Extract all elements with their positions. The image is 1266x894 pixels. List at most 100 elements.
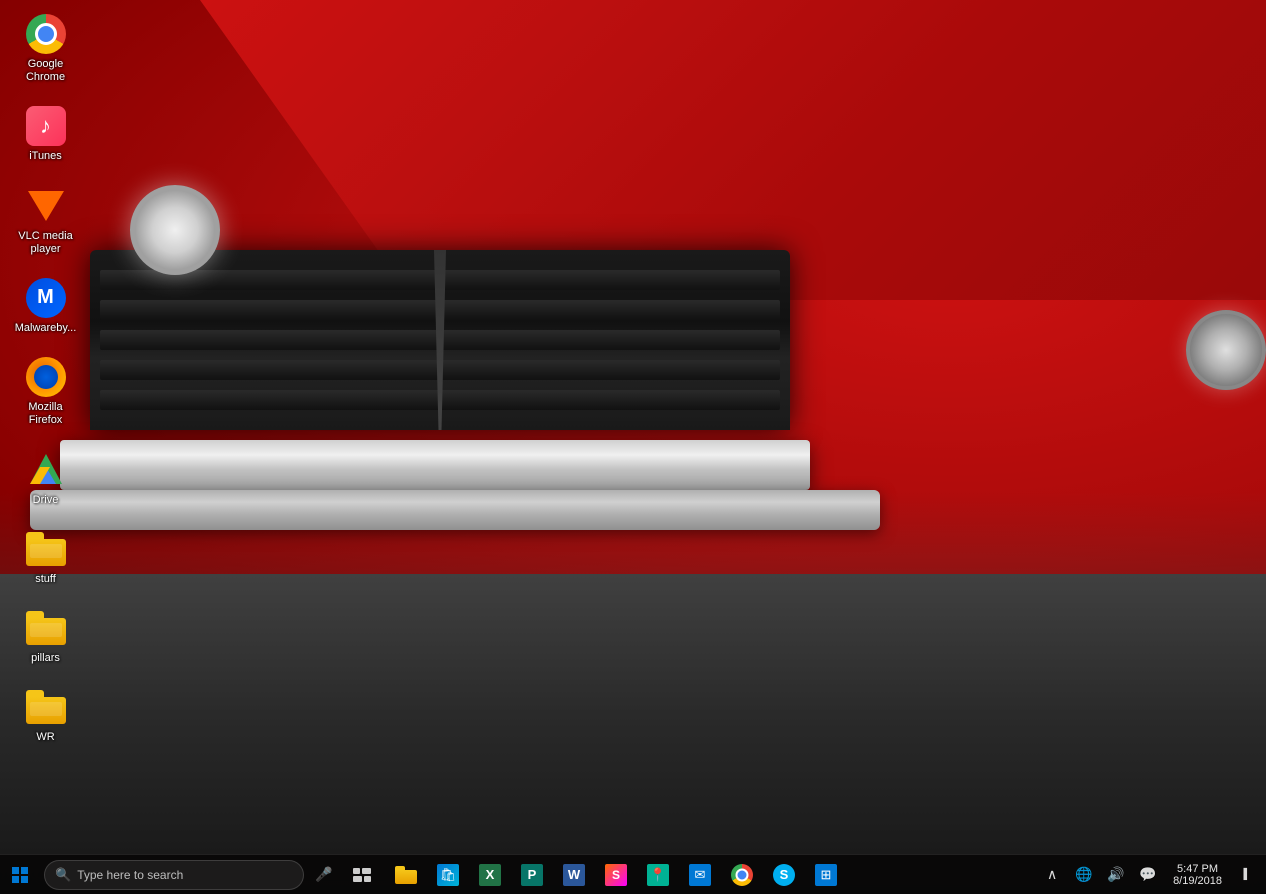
itunes-label: iTunes bbox=[29, 150, 62, 163]
publisher-icon: P bbox=[520, 863, 544, 887]
start-button[interactable] bbox=[0, 855, 40, 894]
store-icon: 🛍 bbox=[436, 863, 460, 887]
vlc-label: VLC media player bbox=[12, 230, 79, 256]
taskbar-app-publisher[interactable]: P bbox=[512, 855, 552, 894]
itunes-icon-img: ♪ bbox=[26, 106, 66, 146]
taskbar-chrome-icon bbox=[730, 863, 754, 887]
taskbar-app-file-explorer[interactable] bbox=[386, 855, 426, 894]
maps-logo: 📍 bbox=[647, 864, 669, 886]
stuff-folder-icon bbox=[26, 532, 66, 566]
chrome-label: Google Chrome bbox=[12, 58, 79, 84]
taskbar: 🔍 Type here to search 🎤 bbox=[0, 854, 1266, 894]
extra-app-icon: ⊞ bbox=[814, 863, 838, 887]
scratch-logo: S bbox=[605, 864, 627, 886]
wr-folder-icon bbox=[26, 690, 66, 724]
drive-icon-img bbox=[26, 450, 66, 490]
desktop-icon-itunes[interactable]: ♪ iTunes bbox=[8, 100, 83, 169]
search-icon: 🔍 bbox=[55, 867, 71, 883]
vlc-icon-img bbox=[26, 186, 66, 226]
microphone-icon: 🎤 bbox=[315, 866, 332, 883]
excel-icon: X bbox=[478, 863, 502, 887]
taskbar-app-scratch[interactable]: S bbox=[596, 855, 636, 894]
mail-icon: ✉ bbox=[688, 863, 712, 887]
desktop-icon-firefox[interactable]: Mozilla Firefox bbox=[8, 351, 83, 433]
desktop-icon-stuff[interactable]: stuff bbox=[8, 523, 83, 592]
tray-show-desktop[interactable]: ▌ bbox=[1232, 860, 1262, 890]
desktop-icons: Google Chrome ♪ iTunes VLC media player … bbox=[0, 0, 91, 758]
itunes-icon: ♪ bbox=[26, 106, 66, 146]
vlc-icon bbox=[26, 186, 66, 226]
tray-action-center[interactable]: 💬 bbox=[1133, 860, 1163, 890]
car-headlight-right bbox=[1186, 310, 1266, 390]
desktop-icon-pillars[interactable]: pillars bbox=[8, 602, 83, 671]
malware-icon-img: M bbox=[26, 278, 66, 318]
skype-icon: S bbox=[772, 863, 796, 887]
taskbar-app-maps[interactable]: 📍 bbox=[638, 855, 678, 894]
file-explorer-icon bbox=[394, 863, 418, 887]
desktop-icon-wr[interactable]: WR bbox=[8, 681, 83, 750]
desktop-icon-drive[interactable]: Drive bbox=[8, 444, 83, 513]
pillars-label: pillars bbox=[31, 652, 60, 665]
action-center-icon: 💬 bbox=[1139, 866, 1156, 883]
pillars-folder-icon bbox=[26, 611, 66, 645]
drive-label: Drive bbox=[33, 494, 59, 507]
word-icon: W bbox=[562, 863, 586, 887]
car-grille bbox=[90, 250, 790, 430]
taskbar-app-mail[interactable]: ✉ bbox=[680, 855, 720, 894]
taskbar-app-skype[interactable]: S bbox=[764, 855, 804, 894]
word-logo: W bbox=[563, 864, 585, 886]
desktop: Google Chrome ♪ iTunes VLC media player … bbox=[0, 0, 1266, 894]
taskbar-app-store[interactable]: 🛍 bbox=[428, 855, 468, 894]
desktop-icon-vlc[interactable]: VLC media player bbox=[8, 180, 83, 262]
firefox-icon bbox=[26, 357, 66, 397]
wr-label: WR bbox=[36, 731, 54, 744]
stuff-label: stuff bbox=[35, 573, 56, 586]
chrome-icon-img bbox=[26, 14, 66, 54]
tray-clock[interactable]: 5:47 PM 8/19/2018 bbox=[1165, 855, 1230, 894]
drive-icon bbox=[26, 450, 66, 490]
pillars-icon-img bbox=[26, 608, 66, 648]
tray-date: 8/19/2018 bbox=[1173, 875, 1222, 887]
taskbar-apps: 🛍 X P W bbox=[386, 855, 846, 894]
volume-icon: 🔊 bbox=[1107, 866, 1124, 883]
search-bar[interactable]: 🔍 Type here to search bbox=[44, 860, 304, 890]
car-bumper-lower bbox=[30, 490, 880, 530]
windows-logo-icon bbox=[12, 867, 28, 883]
search-placeholder: Type here to search bbox=[77, 868, 183, 882]
network-icon: 🌐 bbox=[1075, 866, 1092, 883]
malware-icon: M bbox=[26, 278, 66, 318]
publisher-logo: P bbox=[521, 864, 543, 886]
chrome-icon bbox=[26, 14, 66, 54]
firefox-label: Mozilla Firefox bbox=[12, 401, 79, 427]
asphalt-bg bbox=[0, 574, 1266, 854]
stuff-icon-img bbox=[26, 529, 66, 569]
tray-time: 5:47 PM bbox=[1177, 863, 1218, 875]
chevron-up-icon: ∧ bbox=[1047, 866, 1057, 883]
task-view-icon bbox=[353, 868, 371, 882]
firefox-icon-img bbox=[26, 357, 66, 397]
desktop-icon-malwarebytes[interactable]: M Malwareby... bbox=[8, 272, 83, 341]
taskbar-app-chrome[interactable] bbox=[722, 855, 762, 894]
show-desktop-icon: ▌ bbox=[1243, 869, 1250, 880]
mail-logo: ✉ bbox=[689, 864, 711, 886]
task-view-button[interactable] bbox=[342, 855, 382, 894]
voice-search-button[interactable]: 🎤 bbox=[308, 859, 340, 891]
chrome-logo bbox=[731, 864, 753, 886]
tray-volume[interactable]: 🔊 bbox=[1101, 860, 1131, 890]
car-headlight-left bbox=[130, 185, 220, 275]
taskbar-app-excel[interactable]: X bbox=[470, 855, 510, 894]
tray-show-hidden[interactable]: ∧ bbox=[1037, 860, 1067, 890]
malware-label: Malwareby... bbox=[15, 322, 77, 335]
scratch-icon: S bbox=[604, 863, 628, 887]
system-tray: ∧ 🌐 🔊 💬 5:47 PM 8/19/2018 ▌ bbox=[1037, 855, 1266, 894]
car-bumper bbox=[60, 440, 810, 490]
skype-logo: S bbox=[773, 864, 795, 886]
wr-icon-img bbox=[26, 687, 66, 727]
excel-logo: X bbox=[479, 864, 501, 886]
extra-app-logo: ⊞ bbox=[815, 864, 837, 886]
maps-icon: 📍 bbox=[646, 863, 670, 887]
desktop-icon-chrome[interactable]: Google Chrome bbox=[8, 8, 83, 90]
taskbar-app-extra[interactable]: ⊞ bbox=[806, 855, 846, 894]
tray-network[interactable]: 🌐 bbox=[1069, 860, 1099, 890]
taskbar-app-word[interactable]: W bbox=[554, 855, 594, 894]
